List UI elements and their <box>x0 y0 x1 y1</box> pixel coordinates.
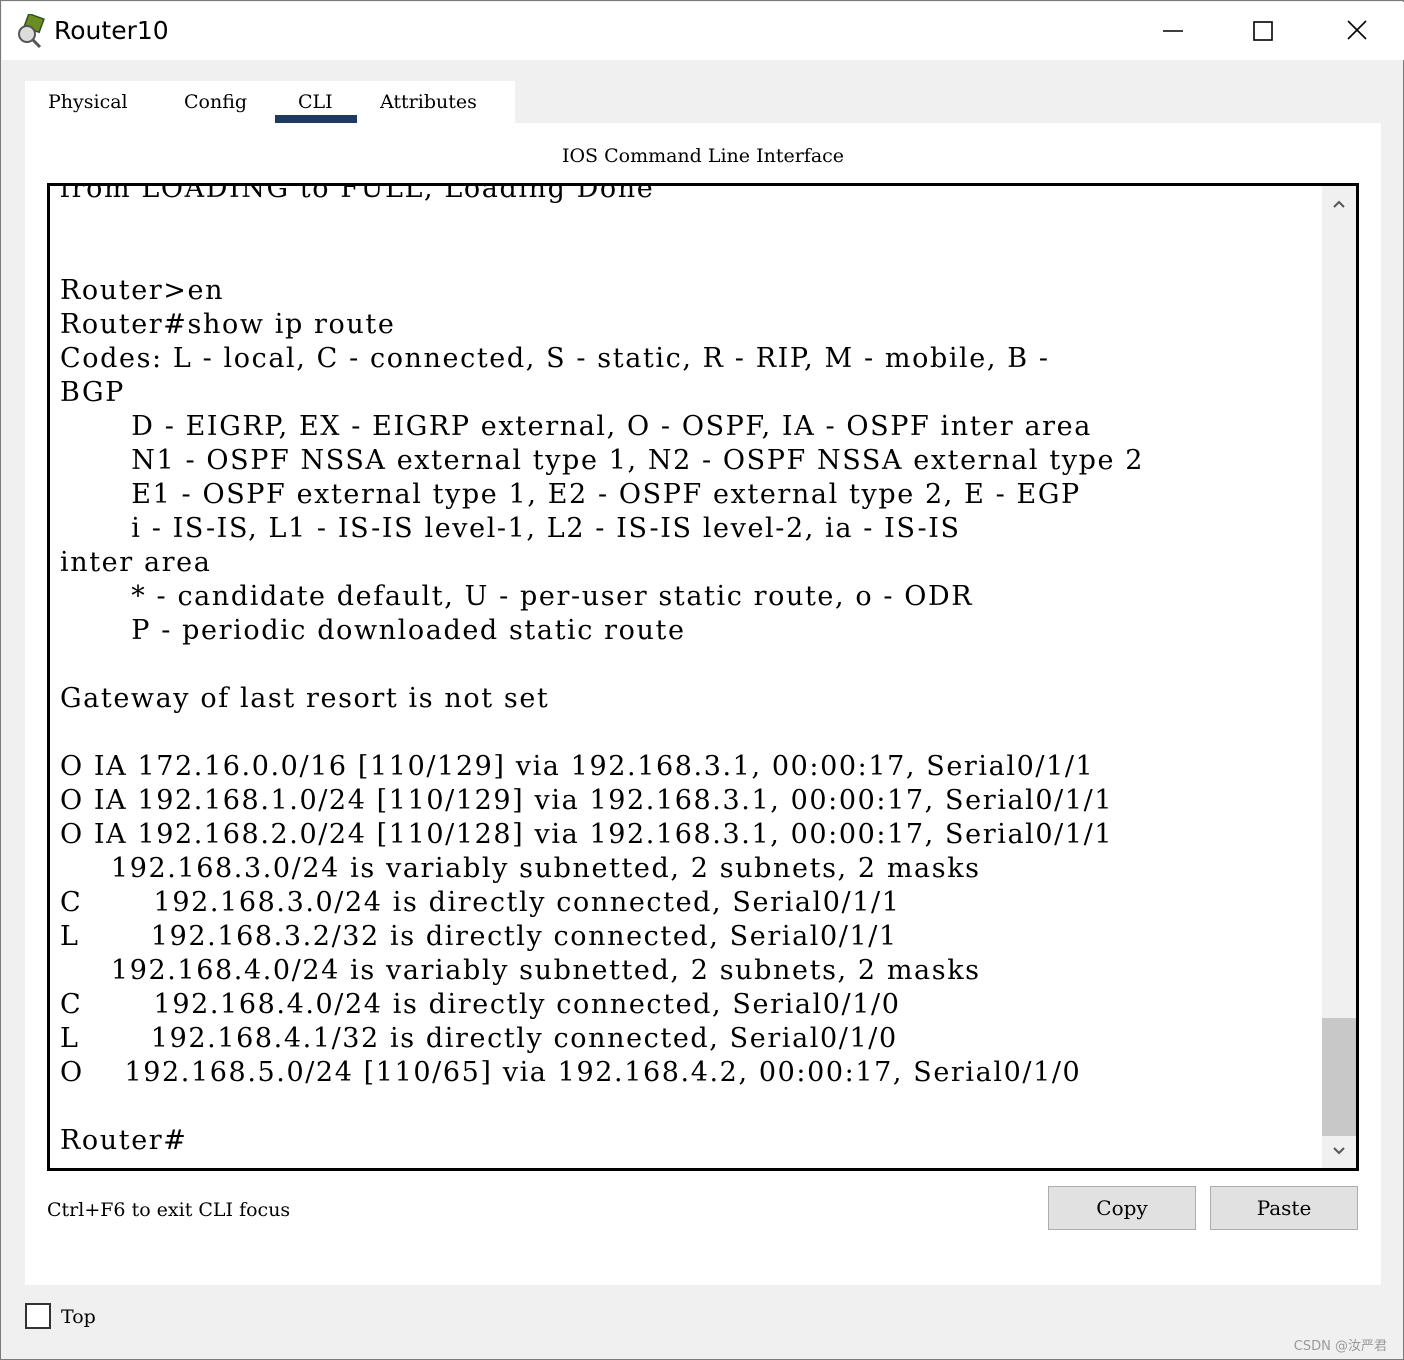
copy-button[interactable]: Copy <box>1048 1186 1196 1230</box>
cli-line: O IA 192.168.1.0/24 [110/129] via 192.16… <box>60 785 1114 816</box>
router-window: Router10 Physical Config CLI Attributes … <box>0 0 1404 1360</box>
minimize-button[interactable] <box>1127 2 1219 60</box>
window-title: Router10 <box>54 16 169 45</box>
minimize-icon <box>1163 30 1183 32</box>
tab-attributes[interactable]: Attributes <box>380 91 477 115</box>
close-button[interactable] <box>1311 2 1403 60</box>
cli-line: Router>en <box>60 275 225 306</box>
paste-button[interactable]: Paste <box>1210 1186 1358 1230</box>
cli-line: 192.168.3.0/24 is variably subnetted, 2 … <box>60 853 981 884</box>
tab-cli[interactable]: CLI <box>298 91 333 115</box>
cli-line <box>60 1090 1320 1124</box>
cli-panel: IOS Command Line Interface from LOADING … <box>25 123 1381 1285</box>
cli-line: O 192.168.5.0/24 [110/65] via 192.168.4.… <box>60 1057 1082 1088</box>
cli-line: E1 - OSPF external type 1, E2 - OSPF ext… <box>60 479 1081 510</box>
scroll-down-button[interactable] <box>1322 1134 1356 1168</box>
top-checkbox-label: Top <box>61 1306 96 1328</box>
scroll-up-button[interactable] <box>1322 186 1356 220</box>
cli-line: C 192.168.3.0/24 is directly connected, … <box>60 887 901 918</box>
tab-strip: Physical Config CLI Attributes <box>25 81 515 123</box>
cli-line <box>60 648 1320 682</box>
console-scrollbar[interactable] <box>1322 186 1356 1168</box>
cli-line: BGP <box>60 377 125 408</box>
cli-line: Codes: L - local, C - connected, S - sta… <box>60 343 1050 374</box>
cli-focus-hint: Ctrl+F6 to exit CLI focus <box>47 1199 291 1221</box>
cli-line: * - candidate default, U - per-user stat… <box>60 581 974 612</box>
chevron-up-icon <box>1333 200 1345 208</box>
maximize-button[interactable] <box>1218 2 1310 60</box>
cli-line: Router# <box>60 1125 188 1156</box>
cli-line <box>60 716 1320 750</box>
cli-line: Gateway of last resort is not set <box>60 683 550 714</box>
cli-line: inter area <box>60 547 212 578</box>
maximize-icon <box>1253 21 1273 41</box>
scroll-thumb[interactable] <box>1322 1018 1356 1136</box>
cli-line: O IA 192.168.2.0/24 [110/128] via 192.16… <box>60 819 1114 850</box>
active-tab-indicator <box>275 115 357 123</box>
cli-line: D - EIGRP, EX - EIGRP external, O - OSPF… <box>60 411 1092 442</box>
cli-line: from LOADING to FULL, Loading Done <box>60 183 655 204</box>
close-icon <box>1347 20 1367 40</box>
cli-line: O IA 172.16.0.0/16 [110/129] via 192.168… <box>60 751 1095 782</box>
watermark: CSDN @汝严君 <box>1293 1339 1387 1354</box>
cli-line <box>60 240 1320 274</box>
router-app-icon <box>16 12 48 49</box>
cli-line: 192.168.4.0/24 is variably subnetted, 2 … <box>60 955 981 986</box>
tab-config[interactable]: Config <box>184 91 247 115</box>
cli-line: i - IS-IS, L1 - IS-IS level-1, L2 - IS-I… <box>60 513 961 544</box>
cli-line: Router#show ip route <box>60 309 396 340</box>
cli-line <box>60 206 1320 240</box>
top-checkbox[interactable] <box>25 1303 51 1329</box>
tab-physical[interactable]: Physical <box>48 91 128 115</box>
cli-line: P - periodic downloaded static route <box>60 615 686 646</box>
cli-output[interactable]: from LOADING to FULL, Loading Done Route… <box>60 183 1320 1158</box>
cli-line: L 192.168.4.1/32 is directly connected, … <box>60 1023 898 1054</box>
title-bar[interactable]: Router10 <box>2 2 1404 60</box>
cli-heading: IOS Command Line Interface <box>561 145 845 167</box>
cli-line: C 192.168.4.0/24 is directly connected, … <box>60 989 901 1020</box>
cli-console[interactable]: from LOADING to FULL, Loading Done Route… <box>47 183 1359 1171</box>
chevron-down-icon <box>1333 1147 1345 1155</box>
cli-line: L 192.168.3.2/32 is directly connected, … <box>60 921 898 952</box>
cli-line: N1 - OSPF NSSA external type 1, N2 - OSP… <box>60 445 1145 476</box>
